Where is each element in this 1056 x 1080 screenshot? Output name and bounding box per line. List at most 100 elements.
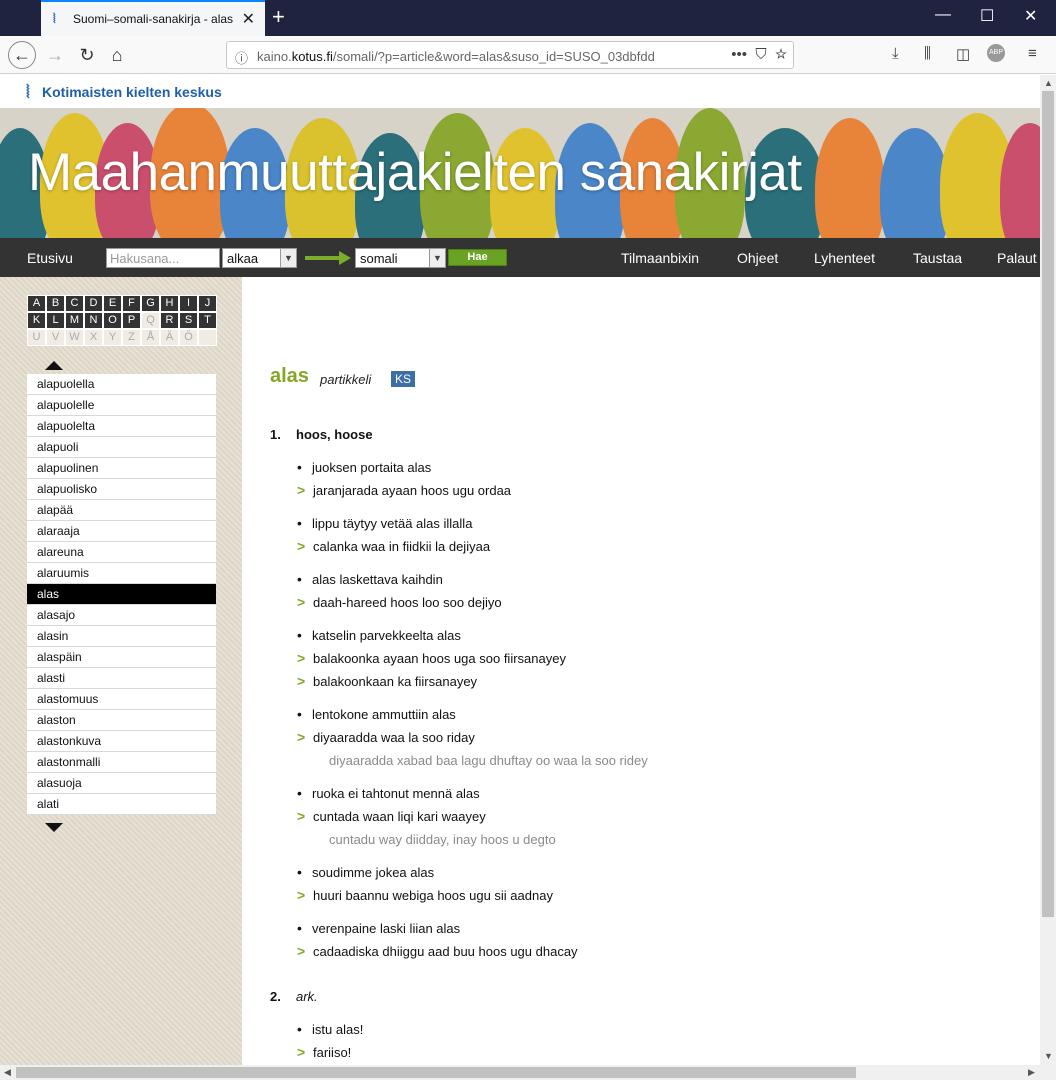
- menu-link-ohjeet[interactable]: Ohjeet: [737, 250, 778, 266]
- url-text[interactable]: kaino.kotus.fi/somali/?p=article&word=al…: [257, 49, 709, 64]
- word-list-item[interactable]: alapuolinen: [27, 458, 216, 479]
- alphabet-letter[interactable]: T: [198, 312, 217, 329]
- alphabet-letter[interactable]: I: [179, 295, 198, 312]
- scroll-down-arrow-icon[interactable]: ▼: [1044, 1051, 1053, 1061]
- scroll-up-icon[interactable]: [45, 361, 63, 370]
- word-list-item[interactable]: alapuolisko: [27, 479, 216, 500]
- url-bar[interactable]: ⓘ kaino.kotus.fi/somali/?p=article&word=…: [226, 41, 794, 69]
- kotus-logo-icon[interactable]: ⦚: [26, 82, 30, 103]
- forward-arrow-icon[interactable]: →: [42, 42, 68, 68]
- vertical-scroll-thumb[interactable]: [1042, 91, 1054, 917]
- url-actions: ••• ⛉ ☆: [731, 46, 787, 63]
- back-arrow-icon[interactable]: ←: [8, 41, 36, 69]
- horizontal-scroll-thumb[interactable]: [16, 1067, 856, 1078]
- scroll-down-icon[interactable]: [45, 823, 63, 832]
- search-button[interactable]: Hae: [448, 249, 507, 266]
- alphabet-letter[interactable]: S: [179, 312, 198, 329]
- alphabet-letter[interactable]: M: [65, 312, 84, 329]
- menu-link-lyhenteet[interactable]: Lyhenteet: [814, 250, 875, 266]
- close-window-icon[interactable]: ✕: [1024, 6, 1037, 26]
- logo-text[interactable]: Kotimaisten kielten keskus: [42, 84, 222, 100]
- sidebar: ABCDEFGHIJ KLMNOPQRST UVWXYZÅÄÖ alapuole…: [0, 277, 242, 1065]
- alphabet-letter[interactable]: F: [122, 295, 141, 312]
- alphabet-letter[interactable]: G: [141, 295, 160, 312]
- alphabet-letter[interactable]: N: [84, 312, 103, 329]
- alphabet-letter[interactable]: A: [27, 295, 46, 312]
- alphabet-letter[interactable]: E: [103, 295, 122, 312]
- example-finnish: katselin parvekkeelta alas: [312, 628, 461, 643]
- scroll-left-arrow-icon[interactable]: ◀: [4, 1067, 11, 1078]
- sense-gloss: ark.: [296, 989, 318, 1004]
- alphabet-letter[interactable]: C: [65, 295, 84, 312]
- horizontal-scrollbar[interactable]: ◀ ▶: [0, 1065, 1056, 1080]
- alphabet-letter[interactable]: K: [27, 312, 46, 329]
- word-list-item[interactable]: alapuolelta: [27, 416, 216, 437]
- word-list-item[interactable]: alastonmalli: [27, 752, 216, 773]
- home-icon[interactable]: ⌂: [104, 42, 130, 68]
- hamburger-menu-icon[interactable]: ≡: [1028, 45, 1037, 62]
- word-list-item[interactable]: alastomuus: [27, 689, 216, 710]
- translation-text: jaranjarada ayaan hoos ugu ordaa: [313, 483, 512, 498]
- close-tab-icon[interactable]: ✕: [242, 9, 255, 29]
- example-translation: > fariiso!: [297, 1044, 351, 1060]
- example-translation: > balakoonkaan ka fiirsanayey: [297, 673, 477, 689]
- translation-text: diyaaradda waa la soo riday: [313, 730, 475, 745]
- pocket-icon[interactable]: ⛉: [755, 46, 766, 63]
- language-select[interactable]: somali ▼: [355, 248, 446, 268]
- word-list-item[interactable]: alati: [27, 794, 216, 815]
- translation-text: balakoonka ayaan hoos uga soo fiirsanaye…: [313, 651, 566, 666]
- star-icon[interactable]: ☆: [775, 46, 787, 63]
- home-link[interactable]: Etusivu: [27, 250, 73, 266]
- abp-icon[interactable]: ABP: [987, 44, 1005, 62]
- menu-link-tilmaanbixin[interactable]: Tilmaanbixin: [621, 250, 699, 266]
- example-translation: > cadaadiska dhiiggu aad buu hoos ugu dha…: [297, 943, 578, 959]
- alphabet-letter[interactable]: J: [198, 295, 217, 312]
- word-list-item[interactable]: alasti: [27, 668, 216, 689]
- word-list-item[interactable]: alapuolelle: [27, 395, 216, 416]
- alphabet-letter[interactable]: R: [160, 312, 179, 329]
- example-finnish: juoksen portaita alas: [312, 460, 432, 475]
- alphabet-letter[interactable]: H: [160, 295, 179, 312]
- word-list-item[interactable]: alapuolella: [27, 374, 216, 395]
- word-list-item[interactable]: alaston: [27, 710, 216, 731]
- maximize-icon[interactable]: ☐: [980, 6, 994, 26]
- menu-link-palaute[interactable]: Palaut: [997, 250, 1037, 266]
- word-list-item[interactable]: alareuna: [27, 542, 216, 563]
- word-list-item[interactable]: alaruumis: [27, 563, 216, 584]
- arrow-right-icon: [305, 251, 351, 265]
- sidebar-icon[interactable]: ◫: [956, 45, 970, 63]
- info-icon[interactable]: ⓘ: [235, 48, 248, 67]
- word-list-item[interactable]: alastonkuva: [27, 731, 216, 752]
- word-list-item[interactable]: alasuoja: [27, 773, 216, 794]
- reload-icon[interactable]: ↻: [74, 42, 100, 68]
- menu-link-taustaa[interactable]: Taustaa: [913, 250, 962, 266]
- alphabet-letter[interactable]: B: [46, 295, 65, 312]
- alphabet-letter[interactable]: D: [84, 295, 103, 312]
- vertical-scrollbar[interactable]: ▲ ▼: [1040, 75, 1056, 1065]
- word-list-item[interactable]: alaspäin: [27, 647, 216, 668]
- minimize-icon[interactable]: —: [935, 6, 951, 24]
- word-list-item[interactable]: alasajo: [27, 605, 216, 626]
- alphabet-letter[interactable]: P: [122, 312, 141, 329]
- translation-note: cuntadu way diidday, inay hoos u degto: [329, 832, 556, 847]
- word-list-item-active[interactable]: alas: [27, 584, 216, 605]
- new-tab-icon[interactable]: +: [272, 4, 285, 30]
- browser-tab[interactable]: ⦚ Suomi–somali-sanakirja - alas ✕: [41, 0, 265, 36]
- word-list-item[interactable]: alasin: [27, 626, 216, 647]
- search-input[interactable]: Hakusana...: [106, 248, 220, 268]
- word-list-item[interactable]: alapää: [27, 500, 216, 521]
- alphabet-letter[interactable]: O: [103, 312, 122, 329]
- ks-badge[interactable]: KS: [391, 371, 416, 387]
- alphabet-letter: V: [46, 329, 65, 346]
- headword: alas: [270, 365, 309, 387]
- word-list-item[interactable]: alapuoli: [27, 437, 216, 458]
- word-list-item[interactable]: alaraaja: [27, 521, 216, 542]
- scroll-up-arrow-icon[interactable]: ▲: [1044, 78, 1053, 88]
- alphabet-letter[interactable]: L: [46, 312, 65, 329]
- match-mode-select[interactable]: alkaa ▼: [222, 248, 297, 268]
- library-icon[interactable]: ⫼: [924, 45, 931, 62]
- scroll-right-arrow-icon[interactable]: ▶: [1028, 1067, 1035, 1078]
- language-value: somali: [360, 251, 398, 266]
- more-icon[interactable]: •••: [731, 46, 747, 63]
- download-icon[interactable]: ⤓: [892, 45, 899, 62]
